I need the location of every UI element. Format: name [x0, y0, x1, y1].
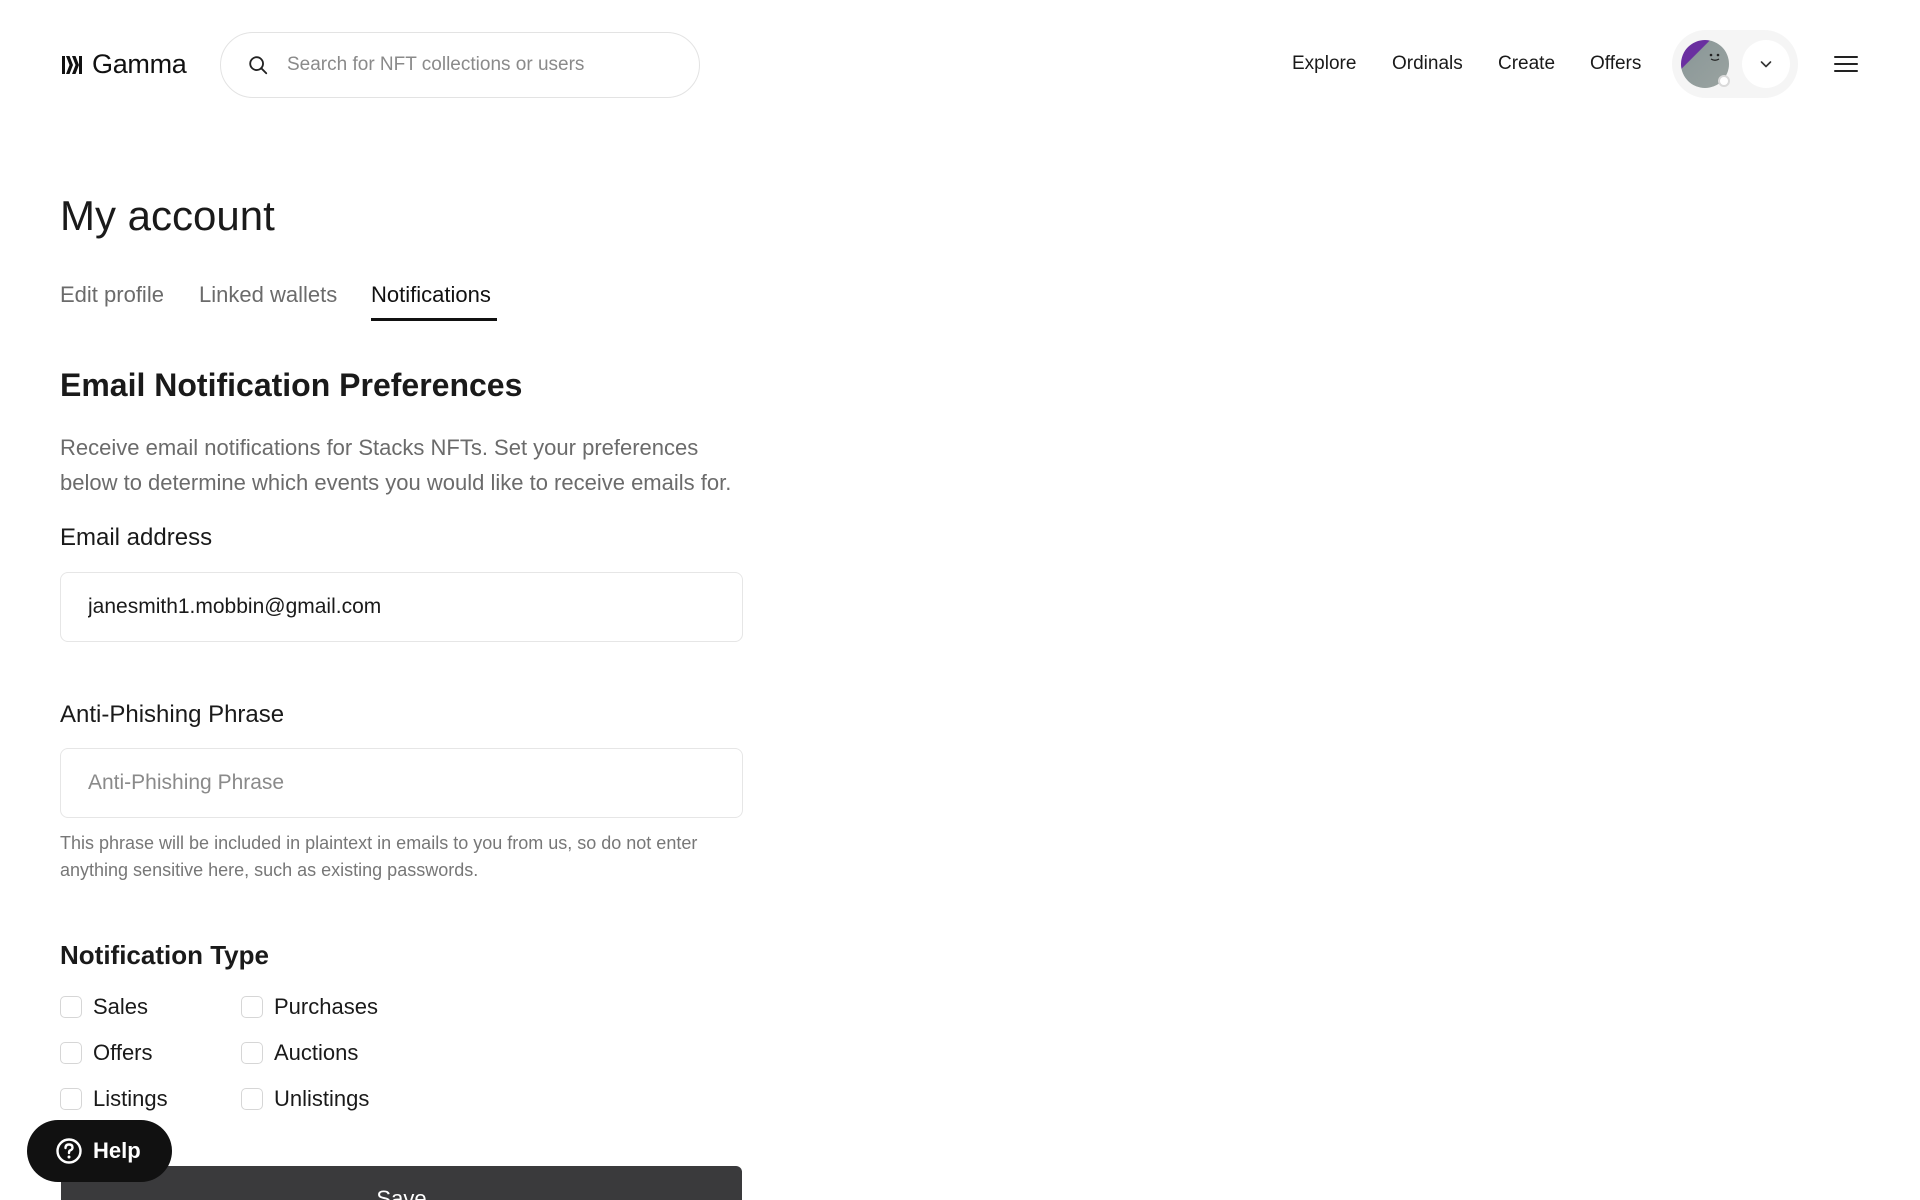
search-input[interactable]	[287, 54, 667, 76]
section-description: Receive email notifications for Stacks N…	[60, 435, 732, 495]
checkbox-offers[interactable]: Offers	[60, 1040, 153, 1066]
nav-offers[interactable]: Offers	[1590, 53, 1641, 75]
checkbox-box[interactable]	[60, 1088, 82, 1110]
checkbox-box[interactable]	[60, 1042, 82, 1064]
hamburger-menu-icon[interactable]	[1834, 54, 1858, 74]
email-field-box[interactable]	[60, 572, 743, 642]
checkbox-label: Unlistings	[274, 1086, 370, 1111]
anti-phishing-field-box[interactable]	[60, 748, 743, 818]
account-dropdown-button[interactable]	[1742, 40, 1790, 88]
search-icon	[249, 56, 268, 75]
anti-phishing-field[interactable]	[88, 771, 708, 795]
tab-linked-wallets[interactable]: Linked wallets	[199, 282, 337, 308]
checkbox-sales[interactable]: Sales	[60, 994, 148, 1020]
checkbox-box[interactable]	[241, 1042, 263, 1064]
status-dot	[1718, 75, 1730, 87]
checkbox-box[interactable]	[241, 996, 263, 1018]
search-bar[interactable]	[220, 32, 700, 98]
checkbox-box[interactable]	[60, 996, 82, 1018]
checkbox-label: Purchases	[274, 994, 378, 1019]
checkbox-listings[interactable]: Listings	[60, 1086, 168, 1112]
checkbox-label: Listings	[93, 1086, 168, 1111]
email-field[interactable]	[88, 595, 708, 619]
brand-logo[interactable]: Gamma	[60, 49, 187, 80]
email-label: Email address	[60, 524, 213, 551]
help-label: Help	[93, 1138, 141, 1163]
tab-notifications[interactable]: Notifications	[371, 282, 491, 308]
anti-phishing-helper: This phrase will be included in plaintex…	[60, 833, 698, 880]
checkbox-label: Sales	[93, 994, 149, 1019]
checkbox-purchases[interactable]: Purchases	[241, 994, 378, 1020]
chevron-down-icon	[1760, 61, 1772, 68]
top-header: Gamma Explore Ordinals Create Offers	[0, 0, 1920, 130]
anti-phishing-label: Anti-Phishing Phrase	[60, 701, 285, 728]
section-title: Email Notification Preferences	[60, 367, 523, 403]
nav-explore[interactable]: Explore	[1292, 53, 1356, 75]
page-title: My account	[60, 192, 275, 239]
nav-create[interactable]: Create	[1498, 53, 1555, 75]
checkbox-unlistings[interactable]: Unlistings	[241, 1086, 369, 1112]
checkbox-label: Offers	[93, 1040, 153, 1065]
gamma-logo-icon	[62, 55, 82, 74]
tab-edit-profile[interactable]: Edit profile	[60, 282, 164, 308]
help-button[interactable]: Help	[27, 1120, 172, 1182]
checkbox-auctions[interactable]: Auctions	[241, 1040, 358, 1066]
notification-type-title: Notification Type	[60, 940, 269, 970]
avatar-face-graphic	[1709, 53, 1720, 61]
question-circle-icon	[56, 1138, 82, 1164]
brand-name: Gamma	[92, 49, 187, 79]
active-tab-indicator	[371, 318, 497, 321]
checkbox-box[interactable]	[241, 1088, 263, 1110]
nav-ordinals[interactable]: Ordinals	[1392, 53, 1463, 75]
checkbox-label: Auctions	[274, 1040, 359, 1065]
